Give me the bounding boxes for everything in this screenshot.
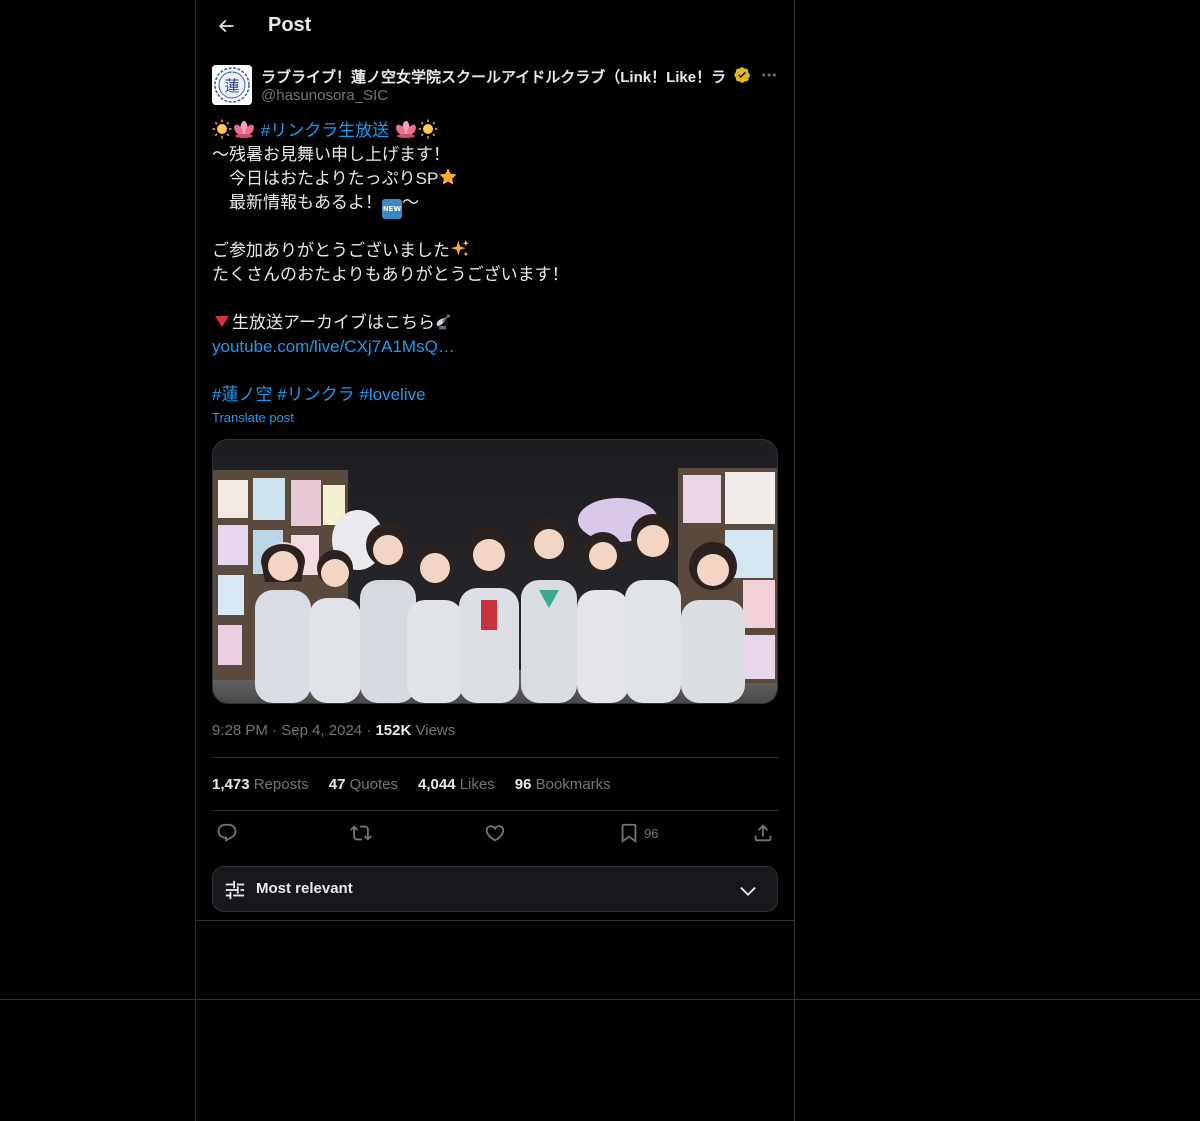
header: Post [196, 0, 794, 54]
bookmark-button[interactable]: 96 [618, 822, 658, 844]
column-divider-left [195, 0, 196, 1121]
more-horizontal-icon [762, 73, 776, 77]
bookmark-count: 96 [644, 825, 659, 841]
post-line-3: 今日はおたよりたっぷりSP [212, 167, 778, 191]
quotes-stat[interactable]: 47 Quotes [329, 776, 398, 793]
chevron-down-icon [740, 886, 756, 896]
reply-sort-dropdown[interactable]: Most relevant [212, 866, 778, 912]
like-button[interactable] [484, 822, 506, 844]
post-hashtags: #蓮ノ空 #リンクラ #lovelive [212, 383, 778, 407]
author-handle[interactable]: @hasunosora_SIC [261, 87, 388, 104]
post-text: #リンクラ生放送 〜残暑お見舞い申し上げます！ 今日はおたよりたっぷりSP 最新… [212, 119, 778, 407]
more-options-button[interactable] [758, 64, 780, 86]
lotus-emoji-icon [394, 119, 418, 143]
post-time[interactable]: 9:28 PM [212, 722, 268, 739]
satellite-antenna-emoji-icon [435, 311, 455, 335]
share-icon [754, 824, 772, 842]
post-line-4: 最新情報もあるよ！NEW〜 [212, 191, 778, 219]
sliders-icon [225, 880, 245, 900]
bookmark-icon [621, 823, 637, 844]
post-line-4-tail: 〜 [402, 193, 419, 212]
hashtag-link[interactable]: #リンクラ生放送 [261, 121, 389, 140]
views-count: 152K [375, 722, 412, 739]
divider [212, 757, 778, 758]
reposts-stat[interactable]: 1,473 Reposts [212, 776, 309, 793]
arrow-left-icon [218, 19, 234, 33]
repost-button[interactable] [350, 822, 372, 844]
sun-emoji-icon [212, 119, 232, 143]
back-button[interactable] [208, 8, 244, 44]
views-label: Views [415, 722, 456, 739]
post-line-6-text: ご参加ありがとうございました [212, 241, 450, 260]
post-line-6: ご参加ありがとうございました [212, 239, 778, 263]
archive-link[interactable]: youtube.com/live/CXj7A1MsQ… [212, 335, 778, 359]
post-line-3-text: 今日はおたよりたっぷりSP [212, 169, 439, 188]
sun-emoji-icon [418, 119, 438, 143]
post-line-1: #リンクラ生放送 [212, 119, 778, 143]
post-line-7: たくさんのおたよりもありがとうございます！ [212, 265, 569, 284]
post-line-9: 生放送アーカイブはこちら [212, 311, 778, 335]
post-line-9-text: 生放送アーカイブはこちら [232, 313, 435, 332]
sort-label: Most relevant [256, 880, 353, 897]
sparkles-emoji-icon [450, 239, 470, 263]
separator-dot: · [272, 722, 282, 739]
verified-badge-icon [734, 67, 751, 83]
post-bottom-divider [196, 920, 794, 921]
lotus-emoji-icon [232, 119, 256, 143]
author-display-name[interactable]: ラブライブ！蓮ノ空女学院スクールアイドルクラブ（Link！Like！ラ [261, 66, 731, 87]
column-divider-right [794, 0, 795, 1121]
post-author: 蓮 ラブライブ！蓮ノ空女学院スクールアイドルクラブ（Link！Like！ラ @h… [212, 64, 778, 108]
post-stats: 1,473 Reposts 47 Quotes 4,044 Likes 96 B… [212, 776, 611, 793]
post-timestamp: 9:28 PM · Sep 4, 2024 · 152K Views [212, 722, 455, 739]
post-media-photo[interactable] [212, 439, 778, 704]
divider [212, 810, 778, 811]
star-emoji-icon [438, 167, 458, 191]
page: Post 蓮 ラブライブ！蓮ノ空女学院スクールアイドルクラブ（Link！Like… [0, 0, 1200, 1121]
new-button-emoji-icon: NEW [382, 191, 402, 219]
hashtag-link[interactable]: #リンクラ [277, 385, 354, 404]
group-photo-image [213, 440, 777, 703]
bookmarks-stat[interactable]: 96 Bookmarks [515, 776, 611, 793]
likes-stat[interactable]: 4,044 Likes [418, 776, 495, 793]
repost-icon [350, 825, 372, 841]
red-triangle-down-icon [212, 311, 232, 335]
heart-icon [485, 825, 505, 842]
post-date[interactable]: Sep 4, 2024 [281, 722, 362, 739]
translate-post-link[interactable]: Translate post [212, 410, 294, 425]
reply-icon [217, 823, 237, 842]
reply-button[interactable] [216, 822, 238, 844]
horizontal-divider [0, 999, 1200, 1000]
hashtag-link[interactable]: #蓮ノ空 [212, 385, 272, 404]
hashtag-link[interactable]: #lovelive [359, 385, 425, 404]
post-line-4-text: 最新情報もあるよ！ [212, 193, 382, 212]
avatar-logo: 蓮 [212, 65, 252, 105]
post-actions: 96 [212, 818, 778, 850]
share-button[interactable] [752, 822, 774, 844]
avatar[interactable]: 蓮 [212, 65, 252, 105]
svg-text:蓮: 蓮 [224, 77, 239, 95]
post-line-2: 〜残暑お見舞い申し上げます！ [212, 145, 450, 164]
page-title: Post [268, 14, 312, 36]
